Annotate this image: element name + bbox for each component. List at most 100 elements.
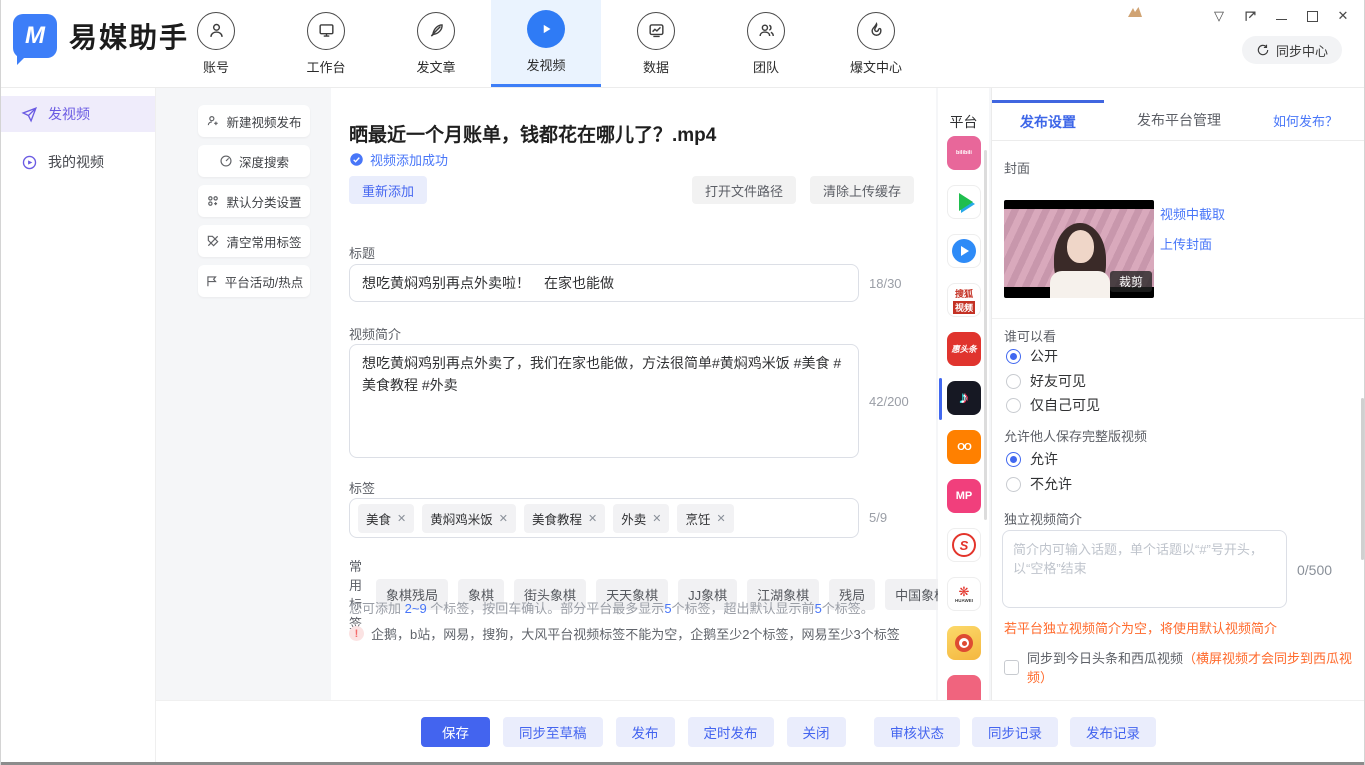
platform-sina-icon[interactable]: S (947, 528, 981, 562)
platform-douyin-icon[interactable]: ♪ (947, 381, 981, 415)
sync-toutiao-row: 同步到今日头条和西瓜视频（横屏视频才会同步到西瓜视频） (1004, 648, 1365, 686)
open-file-path-button[interactable]: 打开文件路径 (692, 176, 796, 204)
exclamation-icon (349, 626, 364, 641)
platform-column: 平台 bilibili 搜狐视频 惠头条 ♪ OO MP S ❋HUAWEI (938, 88, 989, 700)
platform-huitoutiao-icon[interactable]: 惠头条 (947, 332, 981, 366)
settings-scrollbar[interactable] (1361, 398, 1364, 560)
maximize-button[interactable] (1301, 6, 1323, 26)
how-to-publish-link[interactable]: 如何发布？ (1273, 100, 1365, 140)
description-textarea[interactable]: 想吃黄焖鸡别再点外卖了，我们在家也能做，方法很简单#黄焖鸡米饭 #美食 #美食教… (349, 344, 859, 458)
menu-dropdown-icon[interactable]: ▽ (1208, 6, 1230, 26)
platform-bilibili-icon[interactable]: bilibili (947, 136, 981, 170)
gauge-icon (219, 154, 233, 168)
sync-center-button[interactable]: 同步中心 (1242, 36, 1342, 64)
publish-button[interactable]: 发布 (616, 717, 675, 747)
remove-tag-icon[interactable] (588, 512, 597, 525)
allow-save-option-allow[interactable]: 允许 (1006, 449, 1058, 469)
tags-counter: 5/9 (869, 510, 887, 525)
platform-huawei-icon[interactable]: ❋HUAWEI (947, 577, 981, 611)
user-icon (197, 12, 235, 50)
close-button[interactable]: ✕ (1332, 6, 1354, 26)
sidebar-item-my-videos[interactable]: 我的视频 (1, 144, 155, 180)
remove-tag-icon[interactable] (499, 512, 508, 525)
crop-button[interactable]: 裁剪 (1110, 271, 1152, 292)
upload-cover-link[interactable]: 上传封面 (1160, 234, 1212, 253)
app-logo-icon: M (13, 14, 57, 58)
nav-hot-center[interactable]: 爆文中心 (821, 0, 931, 87)
screenshot-icon[interactable] (1239, 6, 1261, 26)
visibility-option-friends[interactable]: 好友可见 (1006, 371, 1086, 391)
platform-weibo-icon[interactable] (947, 626, 981, 660)
publish-log-button[interactable]: 发布记录 (1070, 717, 1156, 747)
tag-item: 烹饪 (677, 504, 733, 533)
tag-item: 美食 (358, 504, 414, 533)
tag-slash-icon (206, 234, 220, 248)
re-add-button[interactable]: 重新添加 (349, 176, 427, 204)
play-circle-icon (21, 154, 38, 171)
platform-haokan-video-icon[interactable] (947, 234, 981, 268)
visibility-option-private[interactable]: 仅自己可见 (1006, 395, 1100, 415)
sync-to-draft-button[interactable]: 同步至草稿 (503, 717, 603, 747)
allow-save-option-deny[interactable]: 不允许 (1006, 474, 1072, 494)
tab-publish-settings[interactable]: 发布设置 (992, 100, 1104, 140)
nav-workbench[interactable]: 工作台 (271, 0, 381, 87)
tags-hint: 您可添加 2~9 个标签，按回车确认。部分平台最多显示5个标签，超出默认显示前5… (349, 598, 874, 617)
minimize-button[interactable] (1270, 6, 1292, 26)
description-counter: 42/200 (869, 394, 909, 409)
tab-platform-management[interactable]: 发布平台管理 (1104, 100, 1254, 140)
nav-data[interactable]: 数据 (601, 0, 711, 87)
sync-log-button[interactable]: 同步记录 (972, 717, 1058, 747)
independent-desc-textarea[interactable] (1002, 530, 1287, 608)
platform-scrollbar[interactable] (984, 150, 987, 520)
remove-tag-icon[interactable] (652, 512, 661, 525)
capture-from-video-link[interactable]: 视频中截取 (1160, 204, 1225, 223)
section-divider (992, 318, 1365, 319)
team-icon (747, 12, 785, 50)
review-status-button[interactable]: 审核状态 (874, 717, 960, 747)
cover-thumbnail[interactable]: 裁剪 (1004, 200, 1154, 298)
nav-team[interactable]: 团队 (711, 0, 821, 87)
cover-label: 封面 (1004, 158, 1030, 177)
clear-common-tags-button[interactable]: 清空常用标签 (198, 225, 310, 257)
nav-account[interactable]: 账号 (161, 0, 271, 87)
platform-sohu-video-icon[interactable]: 搜狐视频 (947, 283, 981, 317)
main-nav: 账号 工作台 发文章 发视频 数据 团队 (161, 0, 931, 87)
title-input[interactable] (349, 264, 859, 302)
radio-selected-icon (1006, 452, 1021, 467)
platform-meipai-icon[interactable]: MP (947, 479, 981, 513)
nav-publish-article[interactable]: 发文章 (381, 0, 491, 87)
new-video-publish-button[interactable]: 新建视频发布 (198, 105, 310, 137)
title-counter: 18/30 (869, 276, 902, 291)
common-tags-label: 常用标签 (349, 556, 362, 632)
tags-warning: 企鹅，b站，网易，搜狗，大风平台视频标签不能为空，企鹅至少2个标签，网易至少3个… (349, 624, 900, 643)
save-button[interactable]: 保存 (421, 717, 490, 747)
visibility-label: 谁可以看 (1004, 326, 1056, 345)
close-editor-button[interactable]: 关闭 (787, 717, 846, 747)
tag-item: 外卖 (613, 504, 669, 533)
remove-tag-icon[interactable] (397, 512, 406, 525)
sidebar-item-publish-video[interactable]: 发视频 (1, 96, 155, 132)
platform-kuaishou-icon[interactable]: OO (947, 430, 981, 464)
tools-column: 新建视频发布 深度搜索 默认分类设置 清空常用标签 平台活动/热点 (198, 105, 310, 305)
file-actions-row: 重新添加 打开文件路径 清除上传缓存 (349, 176, 914, 204)
flame-icon (857, 12, 895, 50)
tags-label: 标签 (349, 478, 375, 497)
independent-desc-counter: 0/500 (1297, 562, 1332, 578)
clear-upload-cache-button[interactable]: 清除上传缓存 (810, 176, 914, 204)
tags-input[interactable]: 美食 黄焖鸡米饭 美食教程 外卖 烹饪 (349, 498, 859, 538)
default-category-settings-button[interactable]: 默认分类设置 (198, 185, 310, 217)
sync-toutiao-checkbox[interactable] (1004, 660, 1019, 675)
radio-icon (1006, 374, 1021, 389)
visibility-option-public[interactable]: 公开 (1006, 346, 1058, 366)
monitor-icon (307, 12, 345, 50)
tray-icon (1127, 5, 1143, 19)
platform-tencent-video-icon[interactable] (947, 185, 981, 219)
video-file-title: 晒最近一个月账单，钱都花在哪儿了？.mp4 (349, 120, 716, 147)
platform-column-label: 平台 (938, 112, 989, 132)
platform-activity-button[interactable]: 平台活动/热点 (198, 265, 310, 297)
nav-publish-video[interactable]: 发视频 (491, 0, 601, 87)
deep-search-button[interactable]: 深度搜索 (198, 145, 310, 177)
remove-tag-icon[interactable] (716, 512, 725, 525)
schedule-publish-button[interactable]: 定时发布 (688, 717, 774, 747)
independent-desc-note: 若平台独立视频简介为空，将使用默认视频简介 (1004, 618, 1277, 637)
